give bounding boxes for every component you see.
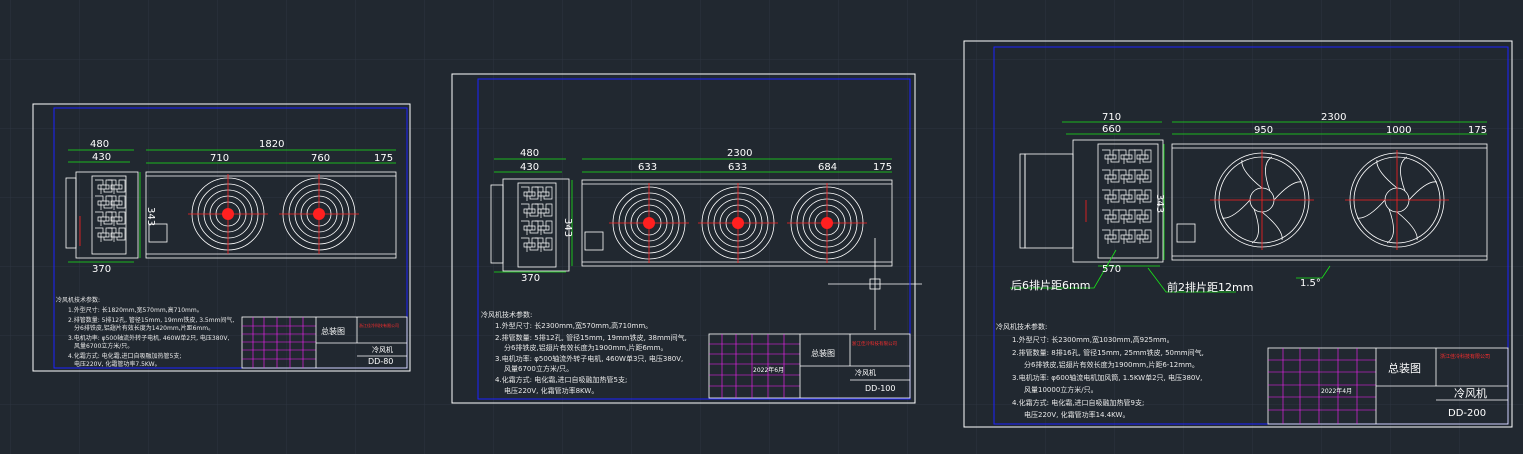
dim-top-a: 710 <box>1102 112 1121 123</box>
dim-fan2: 633 <box>728 162 747 173</box>
dim-fan1: 633 <box>638 162 657 173</box>
dim-top-b: 430 <box>520 162 539 173</box>
callout-slope-angle: 1.5° <box>1300 278 1321 289</box>
notes-line: 电压220V, 化霜管功率8KW。 <box>504 386 598 395</box>
title-text: 总装图 <box>1388 361 1421 375</box>
dim-fan1: 710 <box>210 153 229 164</box>
notes-line: 风量6700立方米/只。 <box>504 364 573 373</box>
dim-fan2: 760 <box>311 153 330 164</box>
dim-total: 2300 <box>1321 112 1346 123</box>
date-text: 2022年6月 <box>753 366 784 374</box>
notes-line: 分6排铁皮,铝翅片有效长度为1900mm,片距6-12mm。 <box>1024 360 1199 369</box>
notes-line: 电压220V, 化霜管功率14.4KW。 <box>1024 410 1129 419</box>
dim-fan1: 950 <box>1254 125 1273 136</box>
dim-height: 343 <box>1154 194 1165 213</box>
notes-heading: 冷风机技术参数: <box>996 322 1047 331</box>
notes-heading: 冷风机技术参数: <box>56 296 100 304</box>
notes-line: 4.化霜方式: 电化霜,进口自吸融加热管5支; <box>495 375 627 384</box>
dim-end: 175 <box>873 162 892 173</box>
dim-total: 1820 <box>259 139 284 150</box>
dim-fan2: 1000 <box>1386 125 1411 136</box>
product-name: 冷风机 <box>855 368 876 377</box>
dim-fan3: 684 <box>818 162 837 173</box>
dim-height: 343 <box>562 218 573 237</box>
notes-heading: 冷风机技术参数: <box>481 310 532 319</box>
date-text: 2022年4月 <box>1321 387 1352 395</box>
product-name: 冷风机 <box>1454 386 1487 400</box>
notes-line: 1.外型尺寸: 长2300mm,宽570mm,高710mm。 <box>495 321 652 330</box>
notes-line: 3.电机功率: φ500轴流外转子电机, 460W单2只, 电压380V, <box>68 334 229 342</box>
title-text: 总装图 <box>321 326 345 336</box>
notes-line: 电压220V, 化霜管功率7.5KW。 <box>74 360 161 368</box>
dim-end: 175 <box>374 153 393 164</box>
dim-end: 175 <box>1468 125 1487 136</box>
dim-bottom: 370 <box>92 264 111 275</box>
model-number: DD-200 <box>1448 408 1486 419</box>
notes-line: 风量6700立方米/只。 <box>74 342 133 350</box>
callout-rear-fins: 后6排片距6mm <box>1011 278 1090 292</box>
notes-line: 3.电机功率: φ600轴流电机加风筒, 1.5KW单2只, 电压380V, <box>1012 373 1202 382</box>
notes-line: 分6排铁皮,铝翅片有效长度为1900mm,片距6mm。 <box>504 343 667 352</box>
callout-front-fins: 前2排片距12mm <box>1167 280 1253 294</box>
notes-line: 3.电机功率: φ500轴流外转子电机, 460W单3只, 电压380V, <box>495 354 683 363</box>
notes-line: 分6排铁皮,铝翅片有效长度为1420mm,片距6mm。 <box>74 324 214 332</box>
notes-line: 1.外型尺寸: 长2300mm,宽1030mm,高925mm。 <box>1012 335 1174 344</box>
dim-top-b: 660 <box>1102 124 1121 135</box>
notes-line: 4.化霜方式: 电化霜,进口自吸融加热管5支; <box>68 352 181 360</box>
notes-line: 风量10000立方米/只。 <box>1024 385 1098 394</box>
company-name: 浙江佳冷科技有限公司 <box>359 322 399 328</box>
notes-line: 2.排管数量: 5排12孔, 管径15mm, 19mm铁皮, 38mm间气, <box>495 333 687 342</box>
notes-line: 1.外型尺寸: 长1820mm,宽570mm,高710mm。 <box>68 306 203 314</box>
company-name: 浙江佳冷科技有限公司 <box>1440 353 1490 360</box>
cad-canvas: 480 430 1820 710 760 175 343 370 冷风机技术参数… <box>0 0 1523 454</box>
dim-bottom: 570 <box>1102 264 1121 275</box>
dim-top-a: 480 <box>520 148 539 159</box>
model-number: DD-80 <box>368 357 393 366</box>
model-number: DD-100 <box>865 384 895 393</box>
dim-top-b: 430 <box>92 152 111 163</box>
dim-top-a: 480 <box>90 139 109 150</box>
dim-height: 343 <box>145 207 156 226</box>
dim-total: 2300 <box>727 148 752 159</box>
notes-line: 4.化霜方式: 电化霜,进口自吸融加热管9支; <box>1012 398 1144 407</box>
company-name: 浙江佳冷科技有限公司 <box>852 340 897 347</box>
notes-line: 2.排管数量: 8排16孔, 管径15mm, 25mm铁皮, 50mm间气, <box>1012 348 1204 357</box>
dim-bottom: 370 <box>521 273 540 284</box>
title-text: 总装图 <box>811 348 835 358</box>
notes-line: 2.排管数量: 5排12孔, 管径15mm, 19mm铁皮, 3.5mm间气, <box>68 316 234 324</box>
product-name: 冷风机 <box>372 345 393 354</box>
